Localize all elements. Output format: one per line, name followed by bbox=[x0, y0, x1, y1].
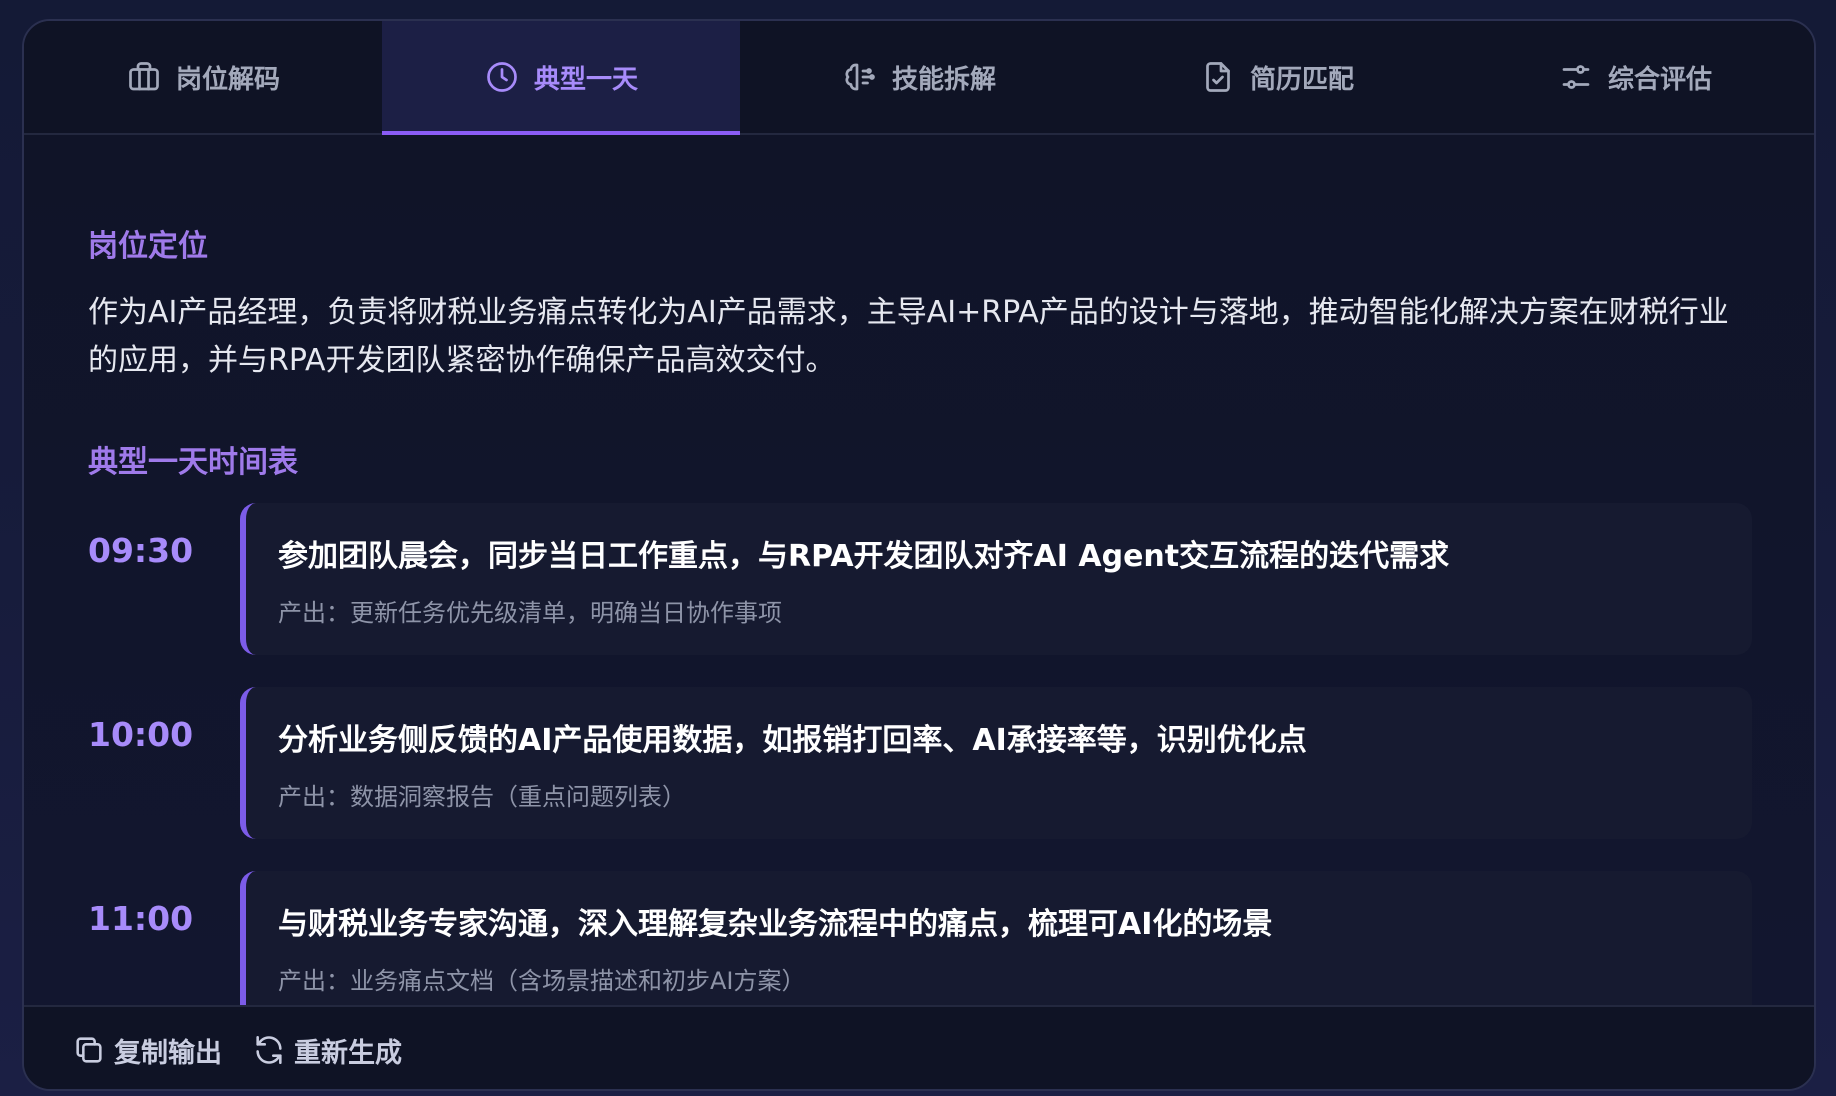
schedule-task: 参加团队晨会，同步当日工作重点，与RPA开发团队对齐AI Agent交互流程的迭… bbox=[278, 539, 1450, 574]
schedule-card: 分析业务侧反馈的AI产品使用数据，如报销打回率、AI承接率等，识别优化点 产出：… bbox=[240, 687, 1752, 839]
clock-icon bbox=[487, 62, 517, 92]
briefcase-icon bbox=[129, 62, 159, 91]
tab-label: 综合评估 bbox=[1607, 64, 1712, 95]
file-check-icon bbox=[1206, 62, 1230, 92]
main-panel: 岗位解码 典型一天 技能拆解 简历匹配 综合评估 岗位定位 作为AI产品经理，负… bbox=[22, 19, 1816, 1091]
schedule-card: 参加团队晨会，同步当日工作重点，与RPA开发团队对齐AI Agent交互流程的迭… bbox=[240, 503, 1752, 655]
schedule-card: 与财税业务专家沟通，深入理解复杂业务流程中的痛点，梳理可AI化的场景 产出：业务… bbox=[240, 871, 1752, 1005]
copy-output-label: 复制输出 bbox=[114, 1037, 222, 1069]
tab-label: 典型一天 bbox=[533, 64, 638, 95]
tab-skill-breakdown[interactable]: 技能拆解 bbox=[740, 21, 1098, 133]
schedule-item: 10:00 分析业务侧反馈的AI产品使用数据，如报销打回率、AI承接率等，识别优… bbox=[24, 687, 1814, 839]
positioning-title: 岗位定位 bbox=[88, 229, 208, 264]
copy-output-button[interactable]: 复制输出 bbox=[72, 1031, 222, 1070]
sliders-icon bbox=[1562, 65, 1590, 89]
regenerate-button[interactable]: 重新生成 bbox=[252, 1031, 402, 1070]
tab-label: 简历匹配 bbox=[1249, 64, 1354, 95]
tab-label: 技能拆解 bbox=[891, 64, 996, 95]
schedule-item: 11:00 与财税业务专家沟通，深入理解复杂业务流程中的痛点，梳理可AI化的场景… bbox=[24, 871, 1814, 1005]
tab-resume-match[interactable]: 简历匹配 bbox=[1098, 21, 1456, 133]
schedule-task: 分析业务侧反馈的AI产品使用数据，如报销打回率、AI承接率等，识别优化点 bbox=[278, 723, 1307, 758]
schedule-item: 09:30 参加团队晨会，同步当日工作重点，与RPA开发团队对齐AI Agent… bbox=[24, 503, 1814, 655]
schedule-task: 与财税业务专家沟通，深入理解复杂业务流程中的痛点，梳理可AI化的场景 bbox=[278, 907, 1273, 942]
positioning-text: 作为AI产品经理，负责将财税业务痛点转化为AI产品需求，主导AI+RPA产品的设… bbox=[88, 295, 1729, 378]
footer-bar: 复制输出 重新生成 bbox=[24, 1005, 1814, 1089]
schedule-title: 典型一天时间表 bbox=[88, 445, 298, 480]
tab-bar: 岗位解码 典型一天 技能拆解 简历匹配 综合评估 bbox=[24, 21, 1814, 135]
brain-icon bbox=[845, 63, 875, 91]
schedule-output: 产出：更新任务优先级清单，明确当日协作事项 bbox=[278, 599, 782, 627]
content-area[interactable]: 岗位定位 作为AI产品经理，负责将财税业务痛点转化为AI产品需求，主导AI+RP… bbox=[24, 137, 1814, 1005]
schedule-time: 09:30 bbox=[88, 531, 194, 570]
schedule-time: 10:00 bbox=[88, 715, 194, 754]
refresh-icon bbox=[256, 1035, 282, 1065]
tab-overall-eval[interactable]: 综合评估 bbox=[1456, 21, 1814, 133]
schedule-output: 产出：业务痛点文档（含场景描述和初步AI方案） bbox=[278, 967, 806, 995]
copy-icon bbox=[76, 1037, 102, 1063]
regenerate-label: 重新生成 bbox=[294, 1037, 402, 1069]
tab-label: 岗位解码 bbox=[175, 64, 280, 95]
tab-typical-day[interactable]: 典型一天 bbox=[382, 21, 740, 135]
schedule-time: 11:00 bbox=[88, 899, 194, 938]
schedule-output: 产出：数据洞察报告（重点问题列表） bbox=[278, 783, 686, 811]
tab-role-decode[interactable]: 岗位解码 bbox=[24, 21, 382, 133]
